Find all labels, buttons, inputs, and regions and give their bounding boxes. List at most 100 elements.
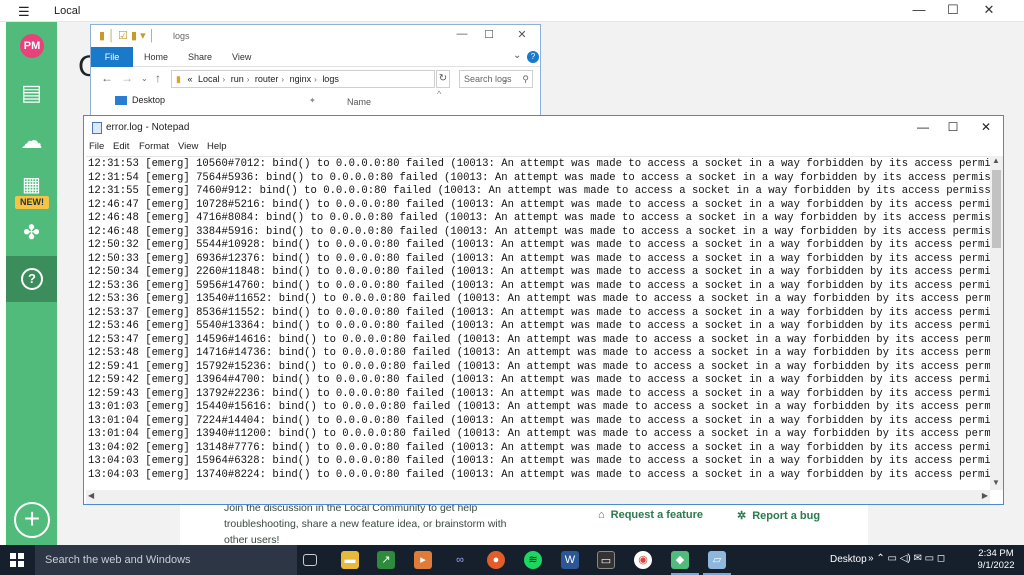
breadcrumb-separator-icon: › bbox=[314, 75, 317, 84]
log-line: 12:50:34 [emerg] 2260#11848: bind() to 0… bbox=[88, 266, 991, 279]
sites-icon[interactable]: ▤ bbox=[6, 80, 57, 106]
explorer-window-title: logs bbox=[173, 31, 190, 41]
ribbon-share-tab[interactable]: Share bbox=[188, 52, 212, 62]
notepad-window-title: error.log - Notepad bbox=[106, 122, 190, 133]
log-line: 12:53:36 [emerg] 5956#14760: bind() to 0… bbox=[88, 279, 991, 292]
media-app-icon[interactable]: ▸ bbox=[414, 551, 432, 569]
help-icon: ? bbox=[21, 268, 43, 290]
name-column-header[interactable]: Name bbox=[347, 97, 371, 107]
bug-icon: ✲ bbox=[737, 510, 747, 522]
scroll-left-arrow-icon[interactable]: ◀ bbox=[88, 491, 94, 500]
ribbon-expand-chevron-icon[interactable]: ⌄ bbox=[513, 50, 521, 61]
request-feature-link[interactable]: ⌂ Request a feature bbox=[598, 509, 703, 521]
forward-arrow-icon[interactable]: → bbox=[121, 71, 133, 85]
taskbar-clock[interactable]: 2:34 PM 9/1/2022 bbox=[976, 548, 1016, 572]
recent-locations-chevron-icon[interactable]: ⌄ bbox=[141, 74, 148, 83]
log-line: 13:04:02 [emerg] 13148#7776: bind() to 0… bbox=[88, 441, 991, 454]
addons-puzzle-icon[interactable]: ✤ bbox=[6, 220, 57, 245]
breadcrumb-overflow[interactable]: « bbox=[187, 74, 192, 84]
report-bug-link[interactable]: ✲ Report a bug bbox=[737, 509, 820, 522]
log-line: 12:31:55 [emerg] 7460#912: bind() to 0.0… bbox=[88, 185, 991, 198]
infinity-icon[interactable]: ∞ bbox=[451, 551, 469, 569]
notepad-taskbar-icon[interactable]: ▱ bbox=[708, 551, 726, 569]
scroll-up-arrow-icon[interactable]: ▲ bbox=[992, 156, 1000, 165]
breadcrumb-item[interactable]: Local bbox=[198, 74, 220, 84]
scroll-down-arrow-icon[interactable]: ▼ bbox=[992, 478, 1000, 487]
taskbar-search-input[interactable]: Search the web and Windows bbox=[35, 545, 297, 575]
task-view-icon[interactable] bbox=[303, 554, 317, 566]
explorer-ribbon: File Home Share View ⌄ ? bbox=[91, 47, 540, 67]
explorer-address-row: ← → ⌄ ↑ ▮ « Local › run › router › nginx › l… bbox=[91, 68, 540, 90]
breadcrumb-item[interactable]: nginx bbox=[290, 74, 312, 84]
search-placeholder: Search logs bbox=[464, 74, 512, 84]
breadcrumb-item[interactable]: router bbox=[255, 74, 279, 84]
menu-format[interactable]: Format bbox=[139, 141, 169, 152]
notepad-text-area[interactable]: 12:31:53 [emerg] 10560#7012: bind() to 0… bbox=[86, 156, 991, 490]
vertical-scroll-thumb[interactable] bbox=[992, 170, 1001, 248]
add-site-button[interactable]: + bbox=[14, 502, 50, 538]
cloud-icon[interactable]: ☁ bbox=[6, 128, 57, 154]
notepad-window: error.log - Notepad — ☐ ✕ File Edit Form… bbox=[83, 115, 1004, 505]
breadcrumb-item[interactable]: run bbox=[231, 74, 244, 84]
horizontal-scrollbar[interactable]: ◀ ▶ bbox=[86, 490, 990, 504]
system-tray-icons[interactable]: » ⌃ ▭ ◁) ✉ ▭ ◻ bbox=[868, 553, 945, 564]
notepad-app-icon bbox=[92, 122, 102, 134]
word-icon[interactable]: W bbox=[561, 551, 579, 569]
log-line: 12:53:47 [emerg] 14596#14616: bind() to … bbox=[88, 333, 991, 346]
back-arrow-icon[interactable]: ← bbox=[101, 71, 113, 85]
firefox-icon[interactable]: ● bbox=[487, 551, 505, 569]
notepad-maximize-button[interactable]: ☐ bbox=[936, 120, 970, 134]
notepad-menubar: File Edit Format View Help bbox=[84, 140, 1003, 156]
menu-file[interactable]: File bbox=[89, 141, 104, 152]
blueprints-icon[interactable]: ▦ bbox=[6, 172, 57, 197]
vertical-scrollbar[interactable]: ▲ ▼ bbox=[990, 156, 1003, 490]
minimize-button[interactable]: — bbox=[904, 2, 934, 20]
log-line: 12:53:48 [emerg] 14716#14736: bind() to … bbox=[88, 347, 991, 360]
log-line: 13:01:03 [emerg] 15440#15616: bind() to … bbox=[88, 401, 991, 414]
nav-item-desktop[interactable]: Desktop bbox=[115, 95, 166, 106]
menu-help[interactable]: Help bbox=[207, 141, 227, 152]
ribbon-home-tab[interactable]: Home bbox=[144, 52, 168, 62]
chrome-icon[interactable]: ◉ bbox=[634, 551, 652, 569]
log-line: 12:50:33 [emerg] 6936#12376: bind() to 0… bbox=[88, 252, 991, 265]
file-explorer-icon[interactable]: ▬ bbox=[341, 551, 359, 569]
address-bar[interactable]: ▮ « Local › run › router › nginx › logs ⌄ bbox=[171, 70, 509, 88]
ribbon-help-icon[interactable]: ? bbox=[527, 51, 539, 63]
explorer-close-button[interactable]: ✕ bbox=[507, 28, 537, 41]
log-line: 12:53:46 [emerg] 5540#13364: bind() to 0… bbox=[88, 320, 991, 333]
menu-edit[interactable]: Edit bbox=[113, 141, 129, 152]
quick-access-toolbar-icon[interactable]: ▮ │ ☑ ▮ ▾ │ bbox=[99, 29, 156, 42]
green-app-icon[interactable]: ↗ bbox=[377, 551, 395, 569]
notepad-minimize-button[interactable]: — bbox=[906, 120, 940, 134]
breadcrumb-item[interactable]: logs bbox=[322, 74, 339, 84]
terminal-icon[interactable]: ▭ bbox=[597, 551, 615, 569]
local-app-icon[interactable]: ◆ bbox=[671, 551, 689, 569]
notepad-close-button[interactable]: ✕ bbox=[969, 120, 1003, 134]
hamburger-menu-icon[interactable]: ☰ bbox=[18, 4, 30, 20]
request-feature-label: Request a feature bbox=[610, 509, 703, 521]
up-arrow-icon[interactable]: ↑ bbox=[155, 71, 161, 85]
nav-item-desktop-label: Desktop bbox=[132, 95, 166, 105]
ribbon-file-tab[interactable]: File bbox=[91, 47, 133, 67]
file-explorer-window: ▮ │ ☑ ▮ ▾ │ logs — ☐ ✕ File Home Share V… bbox=[90, 24, 541, 120]
log-line: 12:53:36 [emerg] 13540#11652: bind() to … bbox=[88, 293, 991, 306]
explorer-search-input[interactable]: Search logs ⚲ bbox=[459, 70, 533, 88]
scroll-right-arrow-icon[interactable]: ▶ bbox=[982, 491, 988, 500]
windows-start-icon[interactable] bbox=[10, 553, 24, 567]
breadcrumb-separator-icon: › bbox=[281, 75, 285, 84]
explorer-minimize-button[interactable]: — bbox=[447, 28, 477, 40]
pin-icon[interactable]: ✦ bbox=[309, 96, 316, 105]
report-bug-label: Report a bug bbox=[752, 510, 821, 522]
desktop-toolbar-label[interactable]: Desktop bbox=[830, 554, 867, 565]
menu-view[interactable]: View bbox=[178, 141, 198, 152]
explorer-maximize-button[interactable]: ☐ bbox=[474, 28, 504, 41]
new-badge: NEW! bbox=[15, 196, 49, 209]
help-nav-item[interactable]: ? bbox=[6, 256, 57, 302]
avatar[interactable]: PM bbox=[20, 34, 44, 58]
log-line: 12:31:53 [emerg] 10560#7012: bind() to 0… bbox=[88, 158, 991, 170]
close-button[interactable]: ✕ bbox=[974, 2, 1004, 20]
spotify-icon[interactable]: ≋ bbox=[524, 551, 542, 569]
ribbon-view-tab[interactable]: View bbox=[232, 52, 251, 62]
maximize-button[interactable]: ☐ bbox=[938, 2, 968, 20]
refresh-icon[interactable]: ↻ bbox=[436, 70, 450, 88]
